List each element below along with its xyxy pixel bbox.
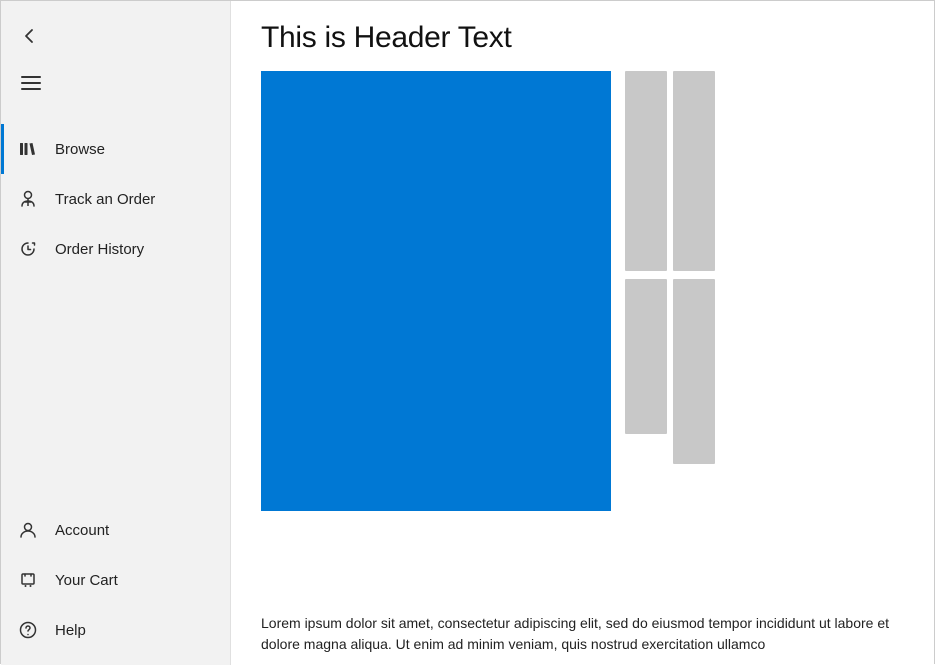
back-arrow-icon [21, 27, 39, 50]
track-icon [17, 188, 39, 210]
sidebar-item-order-history[interactable]: Order History [1, 224, 230, 274]
hamburger-menu-button[interactable] [17, 68, 214, 98]
thumb-row-bottom [625, 279, 715, 464]
nav-items: Browse Track an Order [1, 124, 230, 665]
history-icon [17, 238, 39, 260]
sidebar-item-help-label: Help [55, 622, 86, 639]
nav-spacer [1, 274, 230, 505]
thumbnail-1 [625, 71, 667, 271]
nav-bottom: Account Your Cart [1, 505, 230, 665]
sidebar-item-browse[interactable]: Browse [1, 124, 230, 174]
thumbnail-2 [673, 71, 715, 271]
hero-image [261, 71, 611, 511]
help-icon [17, 619, 39, 641]
description-area: Lorem ipsum dolor sit amet, consectetur … [261, 589, 904, 665]
thumbnails-column [625, 71, 715, 589]
books-icon [17, 138, 39, 160]
hamburger-line [21, 88, 41, 90]
back-button[interactable] [17, 19, 214, 58]
sidebar-item-cart-label: Your Cart [55, 572, 118, 589]
sidebar-item-help[interactable]: Help [1, 605, 230, 655]
sidebar-item-account[interactable]: Account [1, 505, 230, 555]
sidebar-item-your-cart[interactable]: Your Cart [1, 555, 230, 605]
hamburger-line [21, 82, 41, 84]
main-content: This is Header Text Lorem ipsum dolor si… [231, 1, 934, 665]
sidebar-item-track-label: Track an Order [55, 191, 155, 208]
sidebar-top [1, 1, 230, 124]
hamburger-line [21, 76, 41, 78]
description-text: Lorem ipsum dolor sit amet, consectetur … [261, 613, 904, 665]
cart-icon [17, 569, 39, 591]
thumbnail-4 [673, 279, 715, 464]
thumbnail-3 [625, 279, 667, 434]
sidebar-item-browse-label: Browse [55, 141, 105, 158]
content-area [261, 71, 904, 589]
sidebar-item-track-order[interactable]: Track an Order [1, 174, 230, 224]
page-title: This is Header Text [261, 21, 904, 55]
account-icon [17, 519, 39, 541]
thumb-row-top [625, 71, 715, 271]
sidebar-item-account-label: Account [55, 522, 109, 539]
sidebar: Browse Track an Order [1, 1, 231, 665]
sidebar-item-order-history-label: Order History [55, 241, 144, 258]
